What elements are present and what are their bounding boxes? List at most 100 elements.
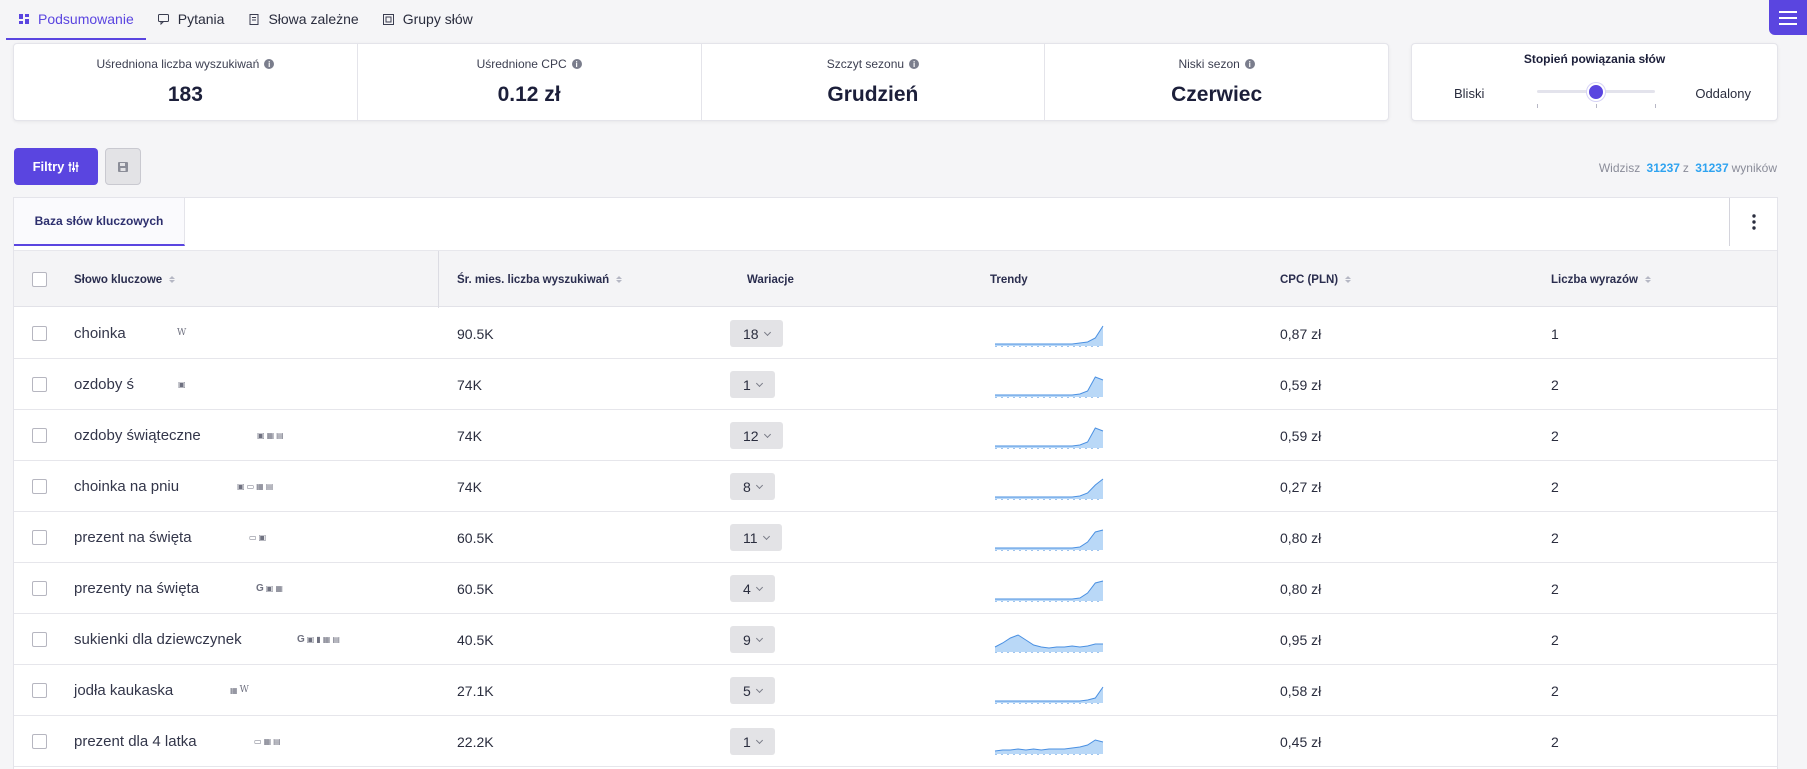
variations-count: 9 bbox=[743, 631, 751, 648]
serp-feature-icon: G bbox=[256, 582, 264, 594]
variations-dropdown[interactable]: 9 bbox=[730, 626, 775, 653]
relation-left-label: Bliski bbox=[1454, 86, 1485, 101]
serp-feature-icon: G bbox=[297, 633, 305, 645]
variations-dropdown[interactable]: 1 bbox=[730, 371, 775, 398]
variations-count: 1 bbox=[743, 376, 751, 393]
chevron-down-icon bbox=[763, 430, 771, 438]
serp-features: ▭ ▣ bbox=[249, 512, 266, 563]
row-checkbox[interactable] bbox=[32, 377, 47, 392]
info-icon[interactable]: i bbox=[264, 59, 275, 69]
keyword-cell[interactable]: prezent dla 4 latka bbox=[74, 716, 197, 767]
volume-cell: 90.5K bbox=[457, 325, 494, 342]
row-checkbox[interactable] bbox=[32, 479, 47, 494]
keyword-cell[interactable]: prezenty na święta bbox=[74, 563, 199, 614]
serp-feature-icon: ▦ bbox=[256, 481, 264, 491]
tab-pytania[interactable]: Pytania bbox=[146, 0, 237, 40]
info-icon[interactable]: i bbox=[1244, 59, 1255, 69]
info-icon[interactable]: i bbox=[909, 59, 920, 69]
serp-feature-icon: ▤ bbox=[276, 430, 284, 440]
tab-slowa-zalezne[interactable]: Słowa zależne bbox=[236, 0, 370, 40]
top-nav: Podsumowanie Pytania Słowa zależne Grupy… bbox=[0, 0, 1760, 40]
table-row[interactable]: jodła kaukaska ▦ W 27.1K 5 0,58 zł 2 bbox=[14, 665, 1777, 716]
header-cpc[interactable]: CPC (PLN) bbox=[1280, 251, 1352, 308]
slider-tick bbox=[1596, 104, 1597, 108]
keyword-cell[interactable]: choinka bbox=[74, 308, 126, 359]
chevron-down-icon bbox=[755, 634, 763, 642]
header-keyword[interactable]: Słowo kluczowe bbox=[74, 251, 176, 308]
keyword-cell[interactable]: sukienki dla dziewczynek bbox=[74, 614, 242, 665]
chevron-down-icon bbox=[755, 685, 763, 693]
trend-area bbox=[995, 580, 1103, 601]
relation-slider-thumb[interactable] bbox=[1587, 83, 1605, 101]
filters-button[interactable]: Filtry bbox=[14, 148, 98, 185]
relation-right-label: Oddalony bbox=[1695, 86, 1751, 101]
table-row[interactable]: sukienki dla dziewczynek G ▣ ▮ ▦ ▤ 40.5K 9 0,95 … bbox=[14, 614, 1777, 665]
info-icon[interactable]: i bbox=[571, 59, 582, 69]
select-all-checkbox[interactable] bbox=[32, 272, 47, 287]
trend-sparkline bbox=[995, 325, 1104, 347]
word-count-cell: 2 bbox=[1551, 733, 1559, 750]
variations-dropdown[interactable]: 1 bbox=[730, 728, 775, 755]
table-row[interactable]: choinka na pniu ▣ ▭ ▦ ▤ 74K 8 0,27 zł 2 bbox=[14, 461, 1777, 512]
chevron-down-icon bbox=[755, 583, 763, 591]
relation-title: Stopień powiązania słów bbox=[1523, 52, 1666, 66]
serp-feature-icon: ▤ bbox=[332, 634, 340, 644]
serp-feature-icon: ▭ bbox=[246, 481, 255, 491]
word-count-cell: 2 bbox=[1551, 580, 1559, 597]
variations-cell: 1 bbox=[730, 716, 775, 767]
word-count-cell: 1 bbox=[1551, 325, 1559, 342]
table-row[interactable]: ozdoby ś ▣ 74K 1 0,59 zł 2 bbox=[14, 359, 1777, 410]
variations-dropdown[interactable]: 11 bbox=[730, 524, 782, 551]
save-filters-button[interactable] bbox=[105, 148, 141, 185]
cpc-cell: 0,95 zł bbox=[1280, 631, 1322, 648]
more-options-button[interactable] bbox=[1729, 198, 1777, 246]
row-checkbox[interactable] bbox=[32, 632, 47, 647]
table-row[interactable]: prezent dla 4 latka ▭ ▦ ▤ 22.2K 1 0,45 zł 2 bbox=[14, 716, 1777, 767]
header-word-count[interactable]: Liczba wyrazów bbox=[1551, 251, 1651, 308]
table-row[interactable]: prezent na święta ▭ ▣ 60.5K 11 0,80 zł 2 bbox=[14, 512, 1777, 563]
tab-keyword-base[interactable]: Baza słów kluczowych bbox=[14, 198, 185, 246]
serp-feature-icon: ▤ bbox=[273, 736, 281, 746]
cpc-cell: 0,80 zł bbox=[1280, 580, 1322, 597]
variations-dropdown[interactable]: 18 bbox=[730, 320, 783, 347]
keyword-cell[interactable]: prezent na święta bbox=[74, 512, 192, 563]
keyword-text: prezenty na święta bbox=[74, 580, 200, 597]
trend-sparkline bbox=[995, 375, 1104, 398]
variations-dropdown[interactable]: 8 bbox=[730, 473, 775, 500]
table-row[interactable]: ozdoby świąteczne ▣ ▦ ▤ 74K 12 0,59 zł 2 bbox=[14, 410, 1777, 461]
volume-cell: 74K bbox=[457, 478, 482, 495]
variations-count: 4 bbox=[743, 580, 751, 597]
keyword-cell[interactable]: ozdoby ś bbox=[74, 359, 134, 410]
variations-dropdown[interactable]: 12 bbox=[730, 422, 783, 449]
row-checkbox[interactable] bbox=[32, 734, 47, 749]
cpc-cell: 0,27 zł bbox=[1280, 478, 1322, 495]
row-checkbox[interactable] bbox=[32, 428, 47, 443]
variations-count: 8 bbox=[743, 478, 751, 495]
row-checkbox[interactable] bbox=[32, 683, 47, 698]
row-checkbox[interactable] bbox=[32, 581, 47, 596]
hamburger-menu-button[interactable] bbox=[1769, 0, 1807, 35]
table-row[interactable]: prezenty na święta G ▣ ▦ 60.5K 4 0,80 zł 2 bbox=[14, 563, 1777, 614]
variations-dropdown[interactable]: 4 bbox=[730, 575, 775, 602]
row-checkbox[interactable] bbox=[32, 530, 47, 545]
results-suffix: wyników bbox=[1731, 161, 1777, 175]
variations-cell: 4 bbox=[730, 563, 775, 614]
row-checkbox[interactable] bbox=[32, 326, 47, 341]
trend-cell bbox=[994, 716, 1104, 767]
header-variations: Wariacje bbox=[747, 251, 794, 308]
table-row[interactable]: choinka W 90.5K 18 0,87 zł 1 bbox=[14, 308, 1777, 359]
tab-podsumowanie[interactable]: Podsumowanie bbox=[6, 0, 146, 40]
keyword-cell[interactable]: ozdoby świąteczne bbox=[74, 410, 201, 461]
slider-tick bbox=[1537, 104, 1538, 108]
variations-dropdown[interactable]: 5 bbox=[730, 677, 775, 704]
keyword-cell[interactable]: choinka na pniu bbox=[74, 461, 179, 512]
cpc-cell: 0,45 zł bbox=[1280, 733, 1322, 750]
serp-feature-icon: ▦ bbox=[230, 685, 238, 695]
chat-icon bbox=[158, 13, 170, 25]
keyword-cell[interactable]: jodła kaukaska bbox=[74, 665, 173, 716]
header-volume[interactable]: Śr. mies. liczba wyszukiwań bbox=[457, 251, 623, 308]
volume-cell: 27.1K bbox=[457, 682, 494, 699]
trend-sparkline bbox=[995, 580, 1104, 602]
trend-area bbox=[995, 478, 1103, 499]
tab-grupy-slow[interactable]: Grupy słów bbox=[371, 0, 485, 40]
